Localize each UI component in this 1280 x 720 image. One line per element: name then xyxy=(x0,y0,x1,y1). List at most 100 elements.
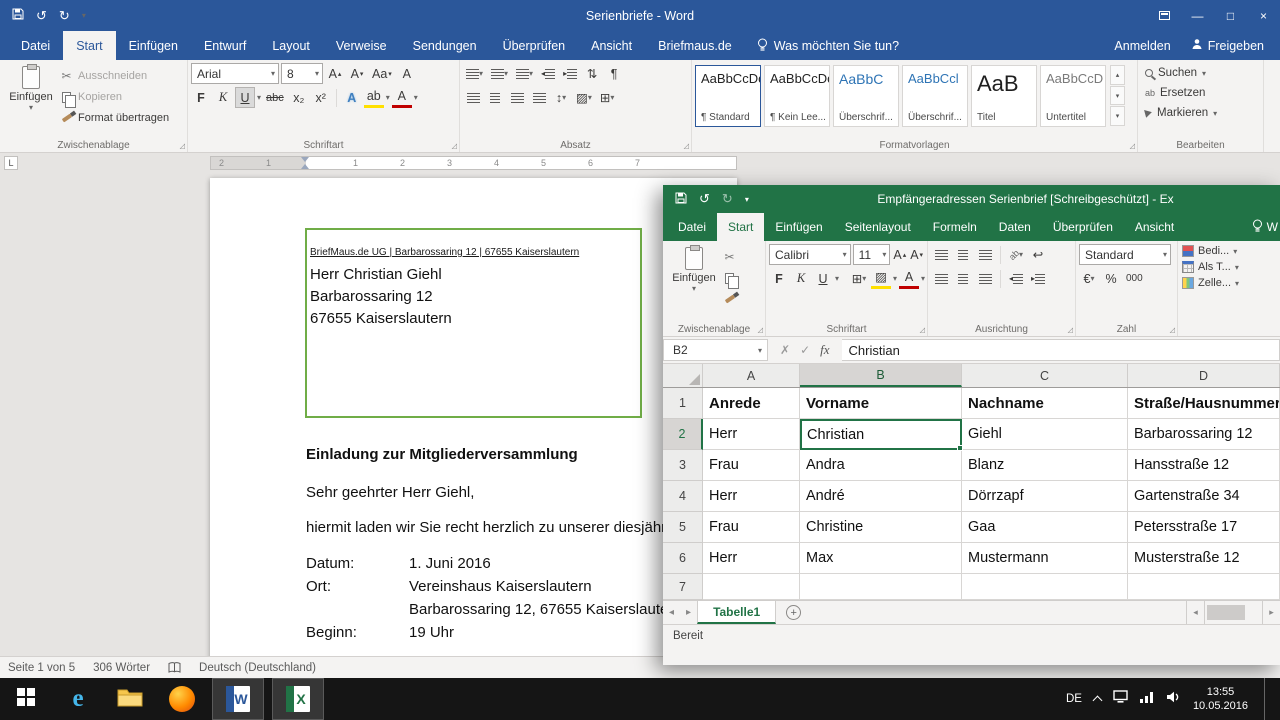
excel-tab-daten[interactable]: Daten xyxy=(988,213,1042,241)
percent-style-button[interactable]: % xyxy=(1101,268,1121,289)
style-titel[interactable]: AaB Titel xyxy=(971,65,1037,127)
font-color-button[interactable]: A xyxy=(899,268,919,289)
row-header-4[interactable]: 4 xyxy=(663,481,703,512)
shrink-font-button[interactable]: A▾ xyxy=(909,244,924,265)
cell-c5[interactable]: Gaa xyxy=(962,512,1128,543)
word-tab-ansicht[interactable]: Ansicht xyxy=(578,31,645,60)
format-painter-button[interactable]: Format übertragen xyxy=(59,109,169,127)
cell-d7[interactable] xyxy=(1128,574,1280,600)
grow-font-button[interactable]: A▴ xyxy=(325,63,345,84)
font-family-select[interactable]: Arial▾ xyxy=(191,63,279,84)
cell-d6[interactable]: Musterstraße 12 xyxy=(1128,543,1280,574)
cell-c2[interactable]: Giehl xyxy=(962,419,1128,450)
bold-button[interactable]: F xyxy=(769,268,789,289)
row-header-1[interactable]: 1 xyxy=(663,388,703,419)
conditional-formatting-button[interactable]: Bedi...▾ xyxy=(1182,245,1278,257)
scrollbar-thumb[interactable] xyxy=(1207,605,1245,620)
volume-tray-icon[interactable] xyxy=(1166,690,1181,708)
tab-stop-selector[interactable]: L xyxy=(4,156,18,170)
decrease-indent-button[interactable]: ◂ xyxy=(538,63,558,84)
hidden-icons-chevron-icon[interactable] xyxy=(1092,696,1102,706)
new-sheet-icon[interactable]: + xyxy=(786,605,801,620)
subscript-button[interactable]: x₂ xyxy=(289,87,309,108)
excel-tab-formeln[interactable]: Formeln xyxy=(922,213,988,241)
row-header-2[interactable]: 2 xyxy=(663,419,703,450)
number-format-select[interactable]: Standard▾ xyxy=(1079,244,1171,265)
italic-button[interactable]: K xyxy=(791,268,811,289)
paste-button[interactable]: Einfügen ▾ xyxy=(666,244,722,308)
scrollbar-track[interactable] xyxy=(1204,601,1262,624)
excel-tab-ueberpruefen[interactable]: Überprüfen xyxy=(1042,213,1124,241)
decrease-indent-button[interactable]: ◂ xyxy=(1006,268,1026,289)
page-count-status[interactable]: Seite 1 von 5 xyxy=(8,662,75,674)
excel-tab-einfuegen[interactable]: Einfügen xyxy=(764,213,833,241)
cell-a7[interactable] xyxy=(703,574,800,600)
language-indicator[interactable]: DE xyxy=(1066,693,1082,705)
dialog-launcher-icon[interactable]: ◿ xyxy=(180,142,185,150)
word-count-status[interactable]: 306 Wörter xyxy=(93,662,150,674)
change-case-button[interactable]: Aa▾ xyxy=(369,63,395,84)
word-tab-einfuegen[interactable]: Einfügen xyxy=(116,31,191,60)
numbered-list-button[interactable]: ▾ xyxy=(488,63,511,84)
row-header-3[interactable]: 3 xyxy=(663,450,703,481)
sort-button[interactable]: ⇅ xyxy=(582,63,602,84)
redo-icon[interactable]: ↻ xyxy=(59,8,70,24)
select-all-corner[interactable] xyxy=(663,364,703,387)
paste-button[interactable]: Einfügen ▾ xyxy=(3,63,59,127)
column-header-a[interactable]: A xyxy=(703,364,800,387)
row-header-7[interactable]: 7 xyxy=(663,574,703,600)
cell-b4[interactable]: André xyxy=(800,481,962,512)
font-color-button[interactable]: A xyxy=(392,87,412,108)
formula-input[interactable]: Christian xyxy=(842,339,1280,361)
cancel-entry-icon[interactable]: ✗ xyxy=(780,343,790,357)
show-paragraph-marks-button[interactable]: ¶ xyxy=(604,63,624,84)
cell-a6[interactable]: Herr xyxy=(703,543,800,574)
proofing-book-icon[interactable] xyxy=(168,662,181,673)
align-right-button[interactable] xyxy=(975,268,995,289)
dialog-launcher-icon[interactable]: ◿ xyxy=(758,326,763,334)
underline-button[interactable]: U xyxy=(235,87,255,108)
column-header-c[interactable]: C xyxy=(962,364,1128,387)
fill-color-button[interactable]: ▨ xyxy=(871,268,891,289)
dialog-launcher-icon[interactable]: ◿ xyxy=(1130,142,1135,150)
copy-button[interactable]: Kopieren xyxy=(59,88,169,106)
sheet-nav-right-icon[interactable]: ▸ xyxy=(680,601,697,624)
style-untertitel[interactable]: AaBbCcD Untertitel xyxy=(1040,65,1106,127)
sheet-nav-left-icon[interactable]: ◂ xyxy=(663,601,680,624)
scroll-right-icon[interactable]: ▸ xyxy=(1262,601,1280,624)
excel-tab-ansicht[interactable]: Ansicht xyxy=(1124,213,1185,241)
row-header-5[interactable]: 5 xyxy=(663,512,703,543)
maximize-icon[interactable]: □ xyxy=(1214,0,1247,31)
anmelden-button[interactable]: Anmelden xyxy=(1114,39,1170,53)
increase-indent-button[interactable]: ▸ xyxy=(560,63,580,84)
language-status[interactable]: Deutsch (Deutschland) xyxy=(199,662,316,674)
network-tray-icon[interactable] xyxy=(1140,690,1154,708)
close-icon[interactable]: × xyxy=(1247,0,1280,31)
font-color-caret-icon[interactable]: ▾ xyxy=(414,93,418,102)
shading-button[interactable]: ▨▾ xyxy=(573,87,595,108)
word-tab-verweise[interactable]: Verweise xyxy=(323,31,400,60)
undo-icon[interactable]: ↺ xyxy=(36,8,47,24)
style-standard[interactable]: AaBbCcDc ¶ Standard xyxy=(695,65,761,127)
firefox-taskbar-button[interactable] xyxy=(156,678,208,720)
italic-button[interactable]: K xyxy=(213,87,233,108)
sheet-tab-tabelle1[interactable]: Tabelle1 xyxy=(697,601,776,624)
format-painter-button[interactable] xyxy=(722,290,737,308)
confirm-entry-icon[interactable]: ✓ xyxy=(800,343,810,357)
align-middle-button[interactable] xyxy=(953,244,973,265)
cell-d5[interactable]: Petersstraße 17 xyxy=(1128,512,1280,543)
align-top-button[interactable] xyxy=(931,244,951,265)
cell-a2[interactable]: Herr xyxy=(703,419,800,450)
cell-b2-selected[interactable]: Christian xyxy=(800,419,962,450)
align-bottom-button[interactable] xyxy=(975,244,995,265)
save-icon[interactable] xyxy=(12,8,24,23)
gallery-up-icon[interactable]: ▴ xyxy=(1110,65,1125,85)
find-button[interactable]: Suchen▾ xyxy=(1141,63,1260,83)
cell-a3[interactable]: Frau xyxy=(703,450,800,481)
cut-button[interactable]: ✂ xyxy=(722,248,737,266)
column-header-b[interactable]: B xyxy=(800,364,962,387)
comma-style-button[interactable]: 000 xyxy=(1123,268,1146,289)
font-size-select[interactable]: 11▾ xyxy=(853,244,891,265)
font-family-select[interactable]: Calibri▾ xyxy=(769,244,851,265)
gallery-down-icon[interactable]: ▾ xyxy=(1110,86,1125,106)
